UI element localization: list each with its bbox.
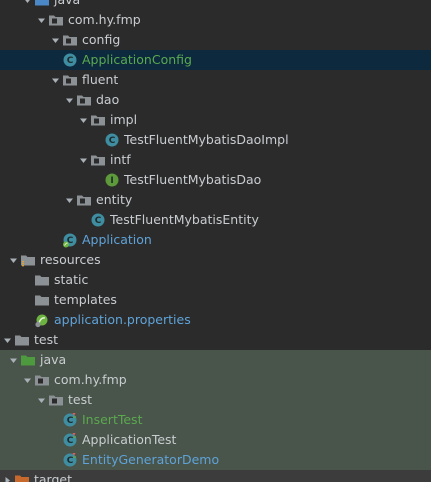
class-icon: C xyxy=(90,212,106,228)
tree-row-label: TestFluentMybatisDao xyxy=(124,172,262,187)
package-icon xyxy=(48,392,64,408)
svg-text:C: C xyxy=(95,216,102,226)
tree-row-label: EntityGeneratorDemo xyxy=(82,452,220,467)
tree-row-label: dao xyxy=(96,92,120,107)
tree-row-impl[interactable]: impl xyxy=(0,110,431,130)
expand-arrow-icon[interactable] xyxy=(62,90,76,110)
tree-row-label: InsertTest xyxy=(82,412,143,427)
expand-arrow-icon[interactable] xyxy=(34,10,48,30)
expand-arrow-icon[interactable] xyxy=(0,330,14,350)
expand-arrow-icon[interactable] xyxy=(6,250,20,270)
tree-row-label: intf xyxy=(110,152,131,167)
collapse-arrow-icon[interactable] xyxy=(0,470,14,482)
excluded-folder-icon xyxy=(14,472,30,482)
source-folder-icon xyxy=(34,0,50,8)
tree-row-label: ApplicationTest xyxy=(82,432,177,447)
svg-text:C: C xyxy=(109,136,116,146)
test-class-icon: C xyxy=(62,452,78,468)
tree-row-target[interactable]: target xyxy=(0,470,431,482)
package-icon xyxy=(76,92,92,108)
project-tree: java com.hy.fmp config C ApplicationConf… xyxy=(0,0,431,482)
tree-row-fluent[interactable]: fluent xyxy=(0,70,431,90)
tree-row-com-hy-fmp[interactable]: com.hy.fmp xyxy=(0,10,431,30)
expand-arrow-icon[interactable] xyxy=(6,350,20,370)
expand-arrow-icon[interactable] xyxy=(76,110,90,130)
expand-arrow-icon[interactable] xyxy=(76,150,90,170)
class-icon: C xyxy=(62,52,78,68)
tree-row-label: impl xyxy=(110,112,138,127)
test-class-icon: C xyxy=(62,412,78,428)
tree-row-test[interactable]: test xyxy=(0,330,431,350)
svg-text:I: I xyxy=(110,176,113,186)
tree-row-label: application.properties xyxy=(54,312,191,327)
class-icon: C xyxy=(104,132,120,148)
test-source-folder-icon xyxy=(20,352,36,368)
package-icon xyxy=(90,152,106,168)
spring-class-icon: C xyxy=(62,232,78,248)
tree-row-config[interactable]: config xyxy=(0,30,431,50)
tree-row-label: test xyxy=(68,392,93,407)
tree-row-resources[interactable]: resources xyxy=(0,250,431,270)
tree-row-label: fluent xyxy=(82,72,119,87)
tree-row-testfluentmybatisdaoimpl[interactable]: C TestFluentMybatisDaoImpl xyxy=(0,130,431,150)
tree-row-inserttest[interactable]: C InsertTest xyxy=(0,410,431,430)
tree-row-entity[interactable]: entity xyxy=(0,190,431,210)
tree-row-testfluentmybatisentity[interactable]: C TestFluentMybatisEntity xyxy=(0,210,431,230)
tree-row-label: entity xyxy=(96,192,133,207)
folder-icon xyxy=(34,292,50,308)
package-icon xyxy=(76,192,92,208)
folder-icon xyxy=(34,272,50,288)
resources-folder-icon xyxy=(20,252,36,268)
tree-row-label: java xyxy=(54,0,80,10)
tree-row-label: test xyxy=(34,332,59,347)
tree-row-static[interactable]: static xyxy=(0,270,431,290)
tree-row-label: Application xyxy=(82,232,152,247)
tree-row-label: templates xyxy=(54,292,117,307)
tree-row-java-test[interactable]: java xyxy=(0,350,431,370)
expand-arrow-icon[interactable] xyxy=(48,30,62,50)
tree-row-application-properties[interactable]: application.properties xyxy=(0,310,431,330)
tree-row-label: target xyxy=(34,472,73,482)
svg-text:C: C xyxy=(67,56,74,66)
tree-row-label: config xyxy=(82,32,121,47)
tree-row-label: static xyxy=(54,272,89,287)
tree-row-java-main[interactable]: java xyxy=(0,0,431,10)
tree-row-intf[interactable]: intf xyxy=(0,150,431,170)
tree-row-label: resources xyxy=(40,252,101,267)
svg-text:C: C xyxy=(67,436,74,446)
tree-row-label: TestFluentMybatisDaoImpl xyxy=(124,132,289,147)
package-icon xyxy=(90,112,106,128)
expand-arrow-icon[interactable] xyxy=(62,190,76,210)
tree-row-applicationtest[interactable]: C ApplicationTest xyxy=(0,430,431,450)
expand-arrow-icon[interactable] xyxy=(20,0,34,10)
tree-row-testfluentmybatisdao[interactable]: I TestFluentMybatisDao xyxy=(0,170,431,190)
tree-row-entitygeneratordemo[interactable]: C EntityGeneratorDemo xyxy=(0,450,431,470)
test-class-icon: C xyxy=(62,432,78,448)
package-icon xyxy=(34,372,50,388)
folder-icon xyxy=(14,332,30,348)
tree-row-templates[interactable]: templates xyxy=(0,290,431,310)
svg-text:C: C xyxy=(67,456,74,466)
expand-arrow-icon[interactable] xyxy=(20,370,34,390)
tree-row-label: java xyxy=(40,352,67,367)
expand-arrow-icon[interactable] xyxy=(34,390,48,410)
spring-properties-icon xyxy=(34,312,50,328)
expand-arrow-icon[interactable] xyxy=(48,70,62,90)
interface-icon: I xyxy=(104,172,120,188)
tree-row-application[interactable]: C Application xyxy=(0,230,431,250)
tree-row-com-hy-fmp-test[interactable]: com.hy.fmp xyxy=(0,370,431,390)
package-icon xyxy=(48,12,64,28)
tree-row-label: com.hy.fmp xyxy=(68,12,141,27)
package-icon xyxy=(62,72,78,88)
svg-text:C: C xyxy=(67,416,74,426)
package-icon xyxy=(62,32,78,48)
tree-row-dao[interactable]: dao xyxy=(0,90,431,110)
tree-row-test-package[interactable]: test xyxy=(0,390,431,410)
tree-row-label: com.hy.fmp xyxy=(54,372,127,387)
tree-row-applicationconfig[interactable]: C ApplicationConfig xyxy=(0,50,431,70)
tree-row-label: ApplicationConfig xyxy=(82,52,192,67)
tree-row-label: TestFluentMybatisEntity xyxy=(110,212,259,227)
